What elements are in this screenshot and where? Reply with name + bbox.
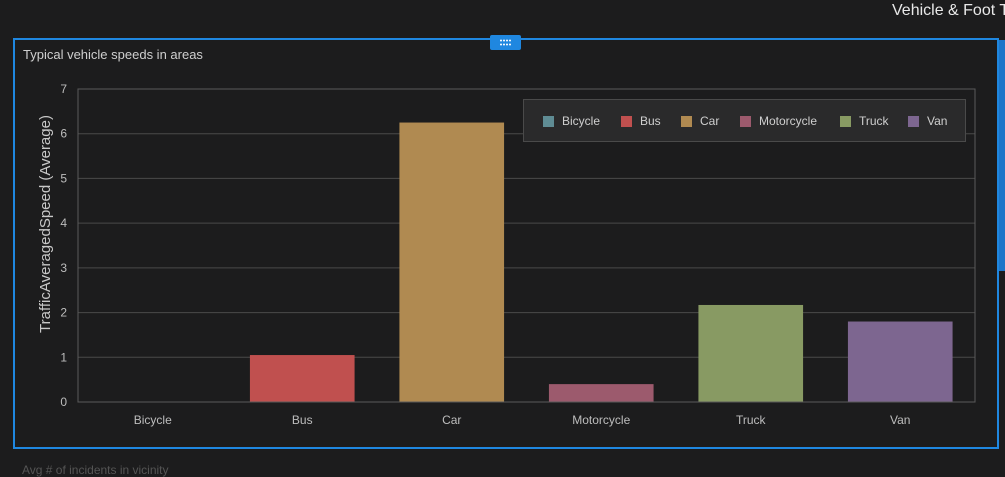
bars	[249, 122, 953, 403]
y-axis-label: TrafficAveragedSpeed (Average)	[37, 115, 54, 333]
bar-car[interactable]	[399, 122, 505, 403]
legend-label: Truck	[859, 114, 889, 128]
bar-bus[interactable]	[249, 355, 355, 402]
legend-label: Bicycle	[562, 114, 601, 128]
y-tick-label: 1	[60, 350, 67, 364]
legend-swatch	[840, 115, 851, 127]
legend-item-bicycle[interactable]: Bicycle	[543, 114, 600, 128]
legend-item-truck[interactable]: Truck	[840, 114, 889, 128]
y-tick-label: 5	[60, 171, 67, 185]
legend-swatch	[740, 115, 751, 127]
y-tick-label: 3	[60, 261, 67, 275]
x-tick-label: Truck	[736, 413, 767, 427]
next-panel-title: Avg # of incidents in vicinity	[22, 463, 169, 477]
bar-motorcycle[interactable]	[548, 384, 654, 402]
chart-legend: Bicycle Bus Car Motorcycle Truck Van	[523, 99, 966, 142]
legend-item-bus[interactable]: Bus	[621, 114, 661, 128]
legend-item-motorcycle[interactable]: Motorcycle	[740, 114, 817, 128]
legend-label: Van	[927, 114, 948, 128]
legend-label: Motorcycle	[759, 114, 818, 128]
legend-swatch	[543, 115, 554, 127]
legend-swatch	[908, 115, 919, 127]
legend-item-van[interactable]: Van	[908, 114, 947, 128]
y-tick-label: 7	[60, 82, 67, 96]
bar-chart: 0 1 2 3 4 5 6 7 Bicycle Bus Car Motorcycle Truck Van…	[37, 82, 976, 427]
y-tick-label: 0	[60, 395, 67, 409]
legend-label: Bus	[640, 114, 661, 128]
x-tick-label: Bus	[292, 413, 313, 427]
legend-swatch	[681, 115, 692, 127]
bar-truck[interactable]	[698, 304, 804, 402]
legend-swatch	[621, 115, 632, 127]
y-tick-label: 4	[60, 216, 67, 230]
x-tick-label: Van	[890, 413, 910, 427]
x-tick-label: Car	[442, 413, 461, 427]
y-tick-label: 2	[60, 306, 67, 320]
y-tick-labels: 0 1 2 3 4 5 6 7	[60, 82, 67, 409]
y-tick-label: 6	[60, 127, 67, 141]
bar-van[interactable]	[847, 321, 953, 402]
legend-label: Car	[700, 114, 720, 128]
legend-item-car[interactable]: Car	[681, 114, 719, 128]
x-tick-label: Bicycle	[134, 413, 172, 427]
x-tick-labels: Bicycle Bus Car Motorcycle Truck Van	[134, 413, 911, 427]
x-tick-label: Motorcycle	[572, 413, 630, 427]
